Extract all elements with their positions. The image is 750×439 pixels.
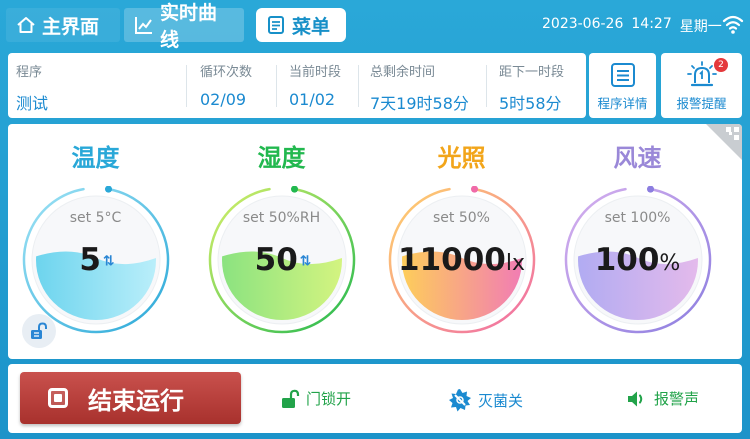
- alarm-count-badge: 2: [714, 58, 728, 72]
- humidity-gauge: 湿度 set 50%RH 50 ⇅: [194, 124, 369, 359]
- alarm-reminder-button[interactable]: 2 报警提醒: [661, 53, 742, 118]
- sterilize-toggle[interactable]: 灭菌关: [448, 388, 523, 412]
- nav-menu-label: 菜单: [292, 15, 331, 38]
- list-detail-icon: [610, 63, 635, 87]
- gauge-number: 50: [254, 242, 298, 278]
- gauge-title: 风速: [613, 144, 662, 172]
- gauge-number: 11000: [398, 242, 506, 278]
- datetime: 2023-06-26 14:27 星期一: [542, 16, 722, 36]
- menu-doc-icon: [268, 16, 284, 34]
- stop-run-label: 结束运行: [88, 386, 184, 415]
- divider: [486, 65, 487, 107]
- program-label: 程序: [16, 65, 43, 80]
- gauge-value: 50 ⇅: [194, 242, 369, 278]
- wind-speed-gauge: 风速 set 100% 100%: [550, 124, 725, 359]
- sensor-gauges-panel: 温度 set 5°C 5 ⇅ 湿度 set 50%RH 50 ⇅ 光照 set …: [8, 124, 742, 359]
- next-segment-field: 距下一时段 5时58分: [499, 61, 564, 114]
- remaining-label: 总剩余时间: [370, 65, 436, 80]
- divider: [186, 65, 187, 107]
- unlock-icon: [31, 322, 47, 339]
- nav-home-button[interactable]: 主界面: [6, 8, 120, 42]
- remaining-value: 7天19时58分: [370, 94, 469, 113]
- wifi-icon: [722, 15, 744, 34]
- gauge-unit: %: [659, 251, 681, 276]
- gauge-value: 5 ⇅: [8, 242, 183, 278]
- gauge-unit: lx: [505, 251, 525, 276]
- weekday-text: 星期一: [679, 19, 722, 35]
- divider: [358, 65, 359, 107]
- top-bar: 主界面 实时曲线 菜单 2023-06-26 14:27 星期一: [0, 0, 750, 51]
- program-value: 测试: [16, 94, 49, 113]
- unlocked-padlock-icon: [282, 389, 300, 408]
- home-icon: [17, 17, 35, 33]
- divider: [276, 65, 277, 107]
- alarm-sound-label: 报警声: [654, 390, 700, 408]
- gauge-number: 5: [79, 242, 101, 278]
- cycles-field: 循环次数 02/09: [200, 61, 252, 109]
- nav-menu-button[interactable]: 菜单: [256, 8, 346, 42]
- gauge-title: 温度: [71, 144, 120, 172]
- qr-corner-icon: [706, 124, 742, 160]
- segment-value: 01/02: [289, 90, 336, 109]
- cycles-value: 02/09: [200, 90, 247, 109]
- screen-lock-button[interactable]: [22, 314, 56, 348]
- gauge-setpoint: set 100%: [604, 210, 671, 226]
- nav-curve-button[interactable]: 实时曲线: [124, 2, 244, 51]
- segment-label: 当前时段: [289, 65, 342, 80]
- time-text: 14:27: [631, 16, 672, 32]
- alarm-siren-icon: [686, 61, 717, 87]
- next-segment-value: 5时58分: [499, 94, 562, 113]
- stop-run-button[interactable]: 结束运行: [20, 372, 241, 424]
- cycles-label: 循环次数: [200, 65, 253, 80]
- light-gauge: 光照 set 50% 11000lx: [374, 124, 549, 359]
- stop-icon: [48, 388, 68, 408]
- speaker-icon: [628, 391, 643, 406]
- segment-field: 当前时段 01/02: [289, 61, 341, 109]
- remaining-field: 总剩余时间 7天19时58分: [370, 61, 469, 114]
- gauge-title: 光照: [437, 144, 486, 172]
- program-field: 程序 测试: [16, 61, 48, 114]
- program-info-panel: 程序 测试 循环次数 02/09 当前时段 01/02 总剩余时间 7天19时5…: [8, 53, 586, 118]
- gauge-setpoint: set 50%RH: [242, 210, 321, 226]
- line-chart-icon: [135, 17, 152, 34]
- nav-home-label: 主界面: [42, 15, 100, 38]
- date-text: 2023-06-26: [542, 16, 624, 32]
- program-detail-label: 程序详情: [597, 96, 648, 111]
- gauge-value: 100%: [550, 242, 725, 278]
- alarm-reminder-label: 报警提醒: [676, 96, 727, 111]
- alarm-sound-toggle[interactable]: 报警声: [626, 388, 699, 409]
- bottom-control-bar: 结束运行 门锁开 灭菌关 报警声: [8, 364, 742, 433]
- door-lock-toggle[interactable]: 门锁开: [280, 388, 351, 409]
- nav-curve-label: 实时曲线: [160, 2, 218, 51]
- sterilize-icon: [449, 389, 471, 412]
- next-segment-label: 距下一时段: [499, 65, 565, 80]
- program-detail-button[interactable]: 程序详情: [589, 53, 656, 118]
- gauge-setpoint: set 50%: [433, 210, 490, 226]
- door-lock-label: 门锁开: [306, 390, 352, 408]
- trend-arrows-icon: ⇅: [100, 253, 115, 270]
- sterilize-label: 灭菌关: [478, 391, 524, 410]
- gauge-setpoint: set 5°C: [69, 210, 122, 226]
- gauge-value: 11000lx: [374, 242, 549, 278]
- gauge-title: 湿度: [257, 144, 306, 172]
- gauge-number: 100: [594, 242, 660, 278]
- trend-arrows-icon: ⇅: [297, 253, 312, 270]
